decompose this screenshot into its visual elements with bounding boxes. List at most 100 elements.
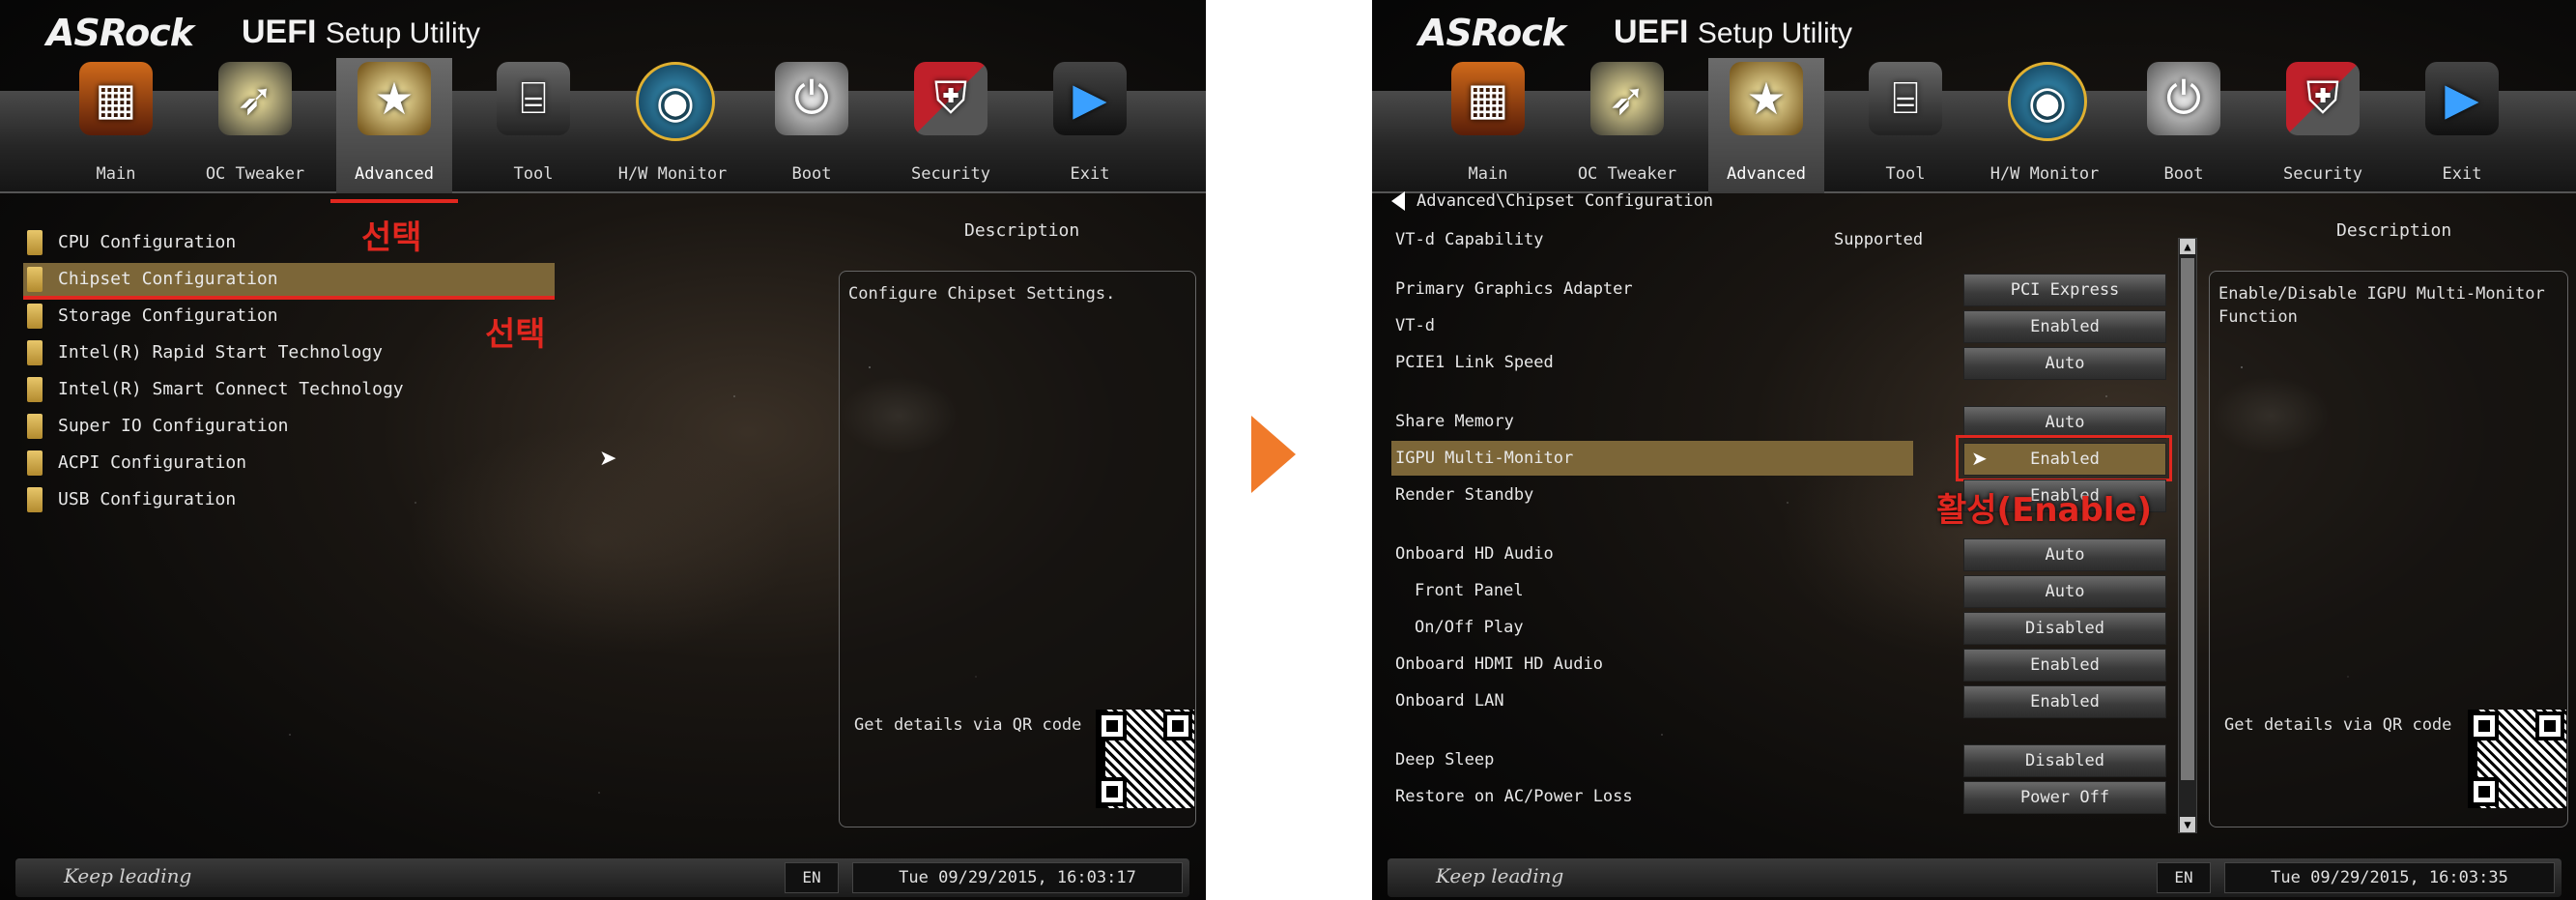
language-button[interactable]: EN bbox=[2157, 862, 2211, 893]
shield-icon: ⛨ bbox=[914, 62, 987, 135]
setting-value[interactable]: Auto bbox=[1963, 538, 2166, 571]
annotation-enable: 활성(Enable) bbox=[1936, 491, 2153, 530]
menu-item-chipset[interactable]: Chipset Configuration bbox=[23, 263, 555, 296]
scroll-down-icon[interactable]: ▼ bbox=[2180, 817, 2195, 832]
datetime-display: Tue 09/29/2015, 16:03:35 bbox=[2224, 862, 2555, 893]
setting-label: Restore on AC/Power Loss bbox=[1395, 787, 1633, 806]
setting-value[interactable]: Enabled bbox=[1963, 649, 2166, 682]
asrock-logo: ASRock bbox=[1418, 12, 1566, 54]
scroll-up-icon[interactable]: ▲ bbox=[2180, 239, 2195, 254]
description-title: Description bbox=[2336, 220, 2452, 241]
setting-value[interactable]: Auto bbox=[1963, 347, 2166, 380]
nav-security[interactable]: ⛨ Security bbox=[893, 58, 1009, 193]
main-nav: ▦ Main ➶ OC Tweaker ★ Advanced ⌸ Tool ◉ H/W M… bbox=[0, 58, 1206, 193]
exit-icon: ▶ bbox=[1053, 62, 1127, 135]
setting-label: On/Off Play bbox=[1415, 618, 1524, 637]
back-arrow-icon[interactable] bbox=[1391, 191, 1405, 211]
rocket-icon: ➶ bbox=[1590, 62, 1664, 135]
keep-leading-slogan: Keep leading bbox=[1436, 864, 1564, 887]
toolbox-icon: ⌸ bbox=[1869, 62, 1942, 135]
nav-security[interactable]: ⛨ Security bbox=[2265, 58, 2381, 193]
nav-advanced[interactable]: ★ Advanced bbox=[1708, 58, 1824, 193]
main-icon: ▦ bbox=[79, 62, 153, 135]
annotation-select-item: 선택 bbox=[485, 315, 546, 354]
menu-item-cpu[interactable]: CPU Configuration bbox=[27, 226, 236, 259]
nav-tool[interactable]: ⌸ Tool bbox=[1847, 58, 1963, 193]
nav-hw-monitor[interactable]: ◉ H/W Monitor bbox=[1987, 58, 2103, 193]
folder-icon bbox=[27, 304, 43, 329]
description-title: Description bbox=[964, 220, 1080, 241]
menu-item-usb[interactable]: USB Configuration bbox=[27, 483, 236, 516]
nav-hw-monitor[interactable]: ◉ H/W Monitor bbox=[615, 58, 730, 193]
nav-tool[interactable]: ⌸ Tool bbox=[475, 58, 591, 193]
annotation-select-tab: 선택 bbox=[361, 218, 422, 257]
nav-oc-tweaker[interactable]: ➶ OC Tweaker bbox=[197, 58, 313, 193]
folder-icon bbox=[27, 450, 43, 476]
nav-exit[interactable]: ▶ Exit bbox=[1032, 58, 1148, 193]
setting-value[interactable]: Disabled bbox=[1963, 612, 2166, 645]
vtd-capability-label: VT-d Capability bbox=[1395, 230, 1544, 249]
nav-boot[interactable]: ⏻ Boot bbox=[2126, 58, 2242, 193]
setting-label: Onboard LAN bbox=[1395, 691, 1504, 711]
nav-main[interactable]: ▦ Main bbox=[1430, 58, 1546, 193]
radar-icon: ◉ bbox=[636, 62, 715, 141]
rocket-icon: ➶ bbox=[218, 62, 292, 135]
menu-item-smart-connect[interactable]: Intel(R) Smart Connect Technology bbox=[27, 373, 404, 406]
scrollbar-thumb[interactable] bbox=[2181, 258, 2194, 780]
folder-icon bbox=[27, 377, 43, 402]
qr-caption: Get details via QR code bbox=[2224, 715, 2452, 735]
main-icon: ▦ bbox=[1451, 62, 1525, 135]
setting-value[interactable]: Auto bbox=[1963, 406, 2166, 439]
joystick-icon: ⏻ bbox=[775, 62, 848, 135]
setting-label: Deep Sleep bbox=[1395, 750, 1495, 769]
setting-label-selected[interactable]: IGPU Multi-Monitor bbox=[1391, 441, 1913, 476]
setting-value[interactable]: Power Off bbox=[1963, 781, 2166, 814]
keep-leading-slogan: Keep leading bbox=[64, 864, 192, 887]
exit-icon: ▶ bbox=[2425, 62, 2499, 135]
description-text: Configure Chipset Settings. bbox=[848, 284, 1116, 304]
menu-item-rapid-start[interactable]: Intel(R) Rapid Start Technology bbox=[27, 336, 383, 369]
setting-label: Onboard HDMI HD Audio bbox=[1395, 654, 1603, 674]
setting-value[interactable]: Disabled bbox=[1963, 744, 2166, 777]
scrollbar[interactable]: ▲ ▼ bbox=[2178, 238, 2197, 833]
nav-exit[interactable]: ▶ Exit bbox=[2404, 58, 2520, 193]
setting-label: PCIE1 Link Speed bbox=[1395, 353, 1554, 372]
main-nav: ▦ Main ➶ OC Tweaker ★ Advanced ⌸ Tool ◉ H/W M… bbox=[1372, 58, 2576, 193]
setting-label: VT-d bbox=[1395, 316, 1435, 335]
menu-item-storage[interactable]: Storage Configuration bbox=[27, 300, 278, 333]
menu-item-acpi[interactable]: ACPI Configuration bbox=[27, 447, 246, 479]
joystick-icon: ⏻ bbox=[2147, 62, 2220, 135]
nav-advanced[interactable]: ★ Advanced bbox=[336, 58, 452, 193]
setting-label: Front Panel bbox=[1415, 581, 1524, 600]
setting-label: Primary Graphics Adapter bbox=[1395, 279, 1633, 299]
folder-icon bbox=[27, 340, 43, 365]
breadcrumb: Advanced\Chipset Configuration bbox=[1391, 191, 1713, 211]
asrock-logo: ASRock bbox=[46, 12, 194, 54]
status-bar: Keep leading EN Tue 09/29/2015, 16:03:35 bbox=[1388, 858, 2562, 897]
qr-code bbox=[1096, 710, 1194, 808]
annotation-underline-tab bbox=[330, 199, 458, 203]
bios-screen-chipset: ASRock UEFI Setup Utility ▦ Main ➶ OC Twea… bbox=[1372, 0, 2576, 900]
setting-value[interactable]: PCI Express bbox=[1963, 274, 2166, 306]
nav-main[interactable]: ▦ Main bbox=[58, 58, 174, 193]
bios-screen-advanced: ASRock UEFI Setup Utility ▦ Main ➶ OC Twea… bbox=[0, 0, 1206, 900]
mouse-cursor-icon: ➤ bbox=[1971, 447, 1988, 470]
mouse-cursor-icon: ➤ bbox=[599, 447, 617, 471]
nav-boot[interactable]: ⏻ Boot bbox=[754, 58, 870, 193]
language-button[interactable]: EN bbox=[785, 862, 839, 893]
setting-value[interactable]: Enabled bbox=[1963, 310, 2166, 343]
setting-value[interactable]: Auto bbox=[1963, 575, 2166, 608]
folder-icon bbox=[27, 267, 43, 292]
nav-oc-tweaker[interactable]: ➶ OC Tweaker bbox=[1569, 58, 1685, 193]
setting-value[interactable]: Enabled bbox=[1963, 685, 2166, 718]
folder-icon bbox=[27, 230, 43, 255]
app-title: UEFI Setup Utility bbox=[1614, 14, 1852, 50]
qr-code bbox=[2468, 710, 2566, 808]
menu-item-super-io[interactable]: Super IO Configuration bbox=[27, 410, 288, 443]
vtd-capability-value: Supported bbox=[1834, 230, 1924, 249]
setting-label: Share Memory bbox=[1395, 412, 1514, 431]
qr-caption: Get details via QR code bbox=[854, 715, 1082, 735]
star-icon: ★ bbox=[1730, 62, 1803, 135]
transition-arrow-icon bbox=[1251, 416, 1296, 493]
star-icon: ★ bbox=[358, 62, 431, 135]
